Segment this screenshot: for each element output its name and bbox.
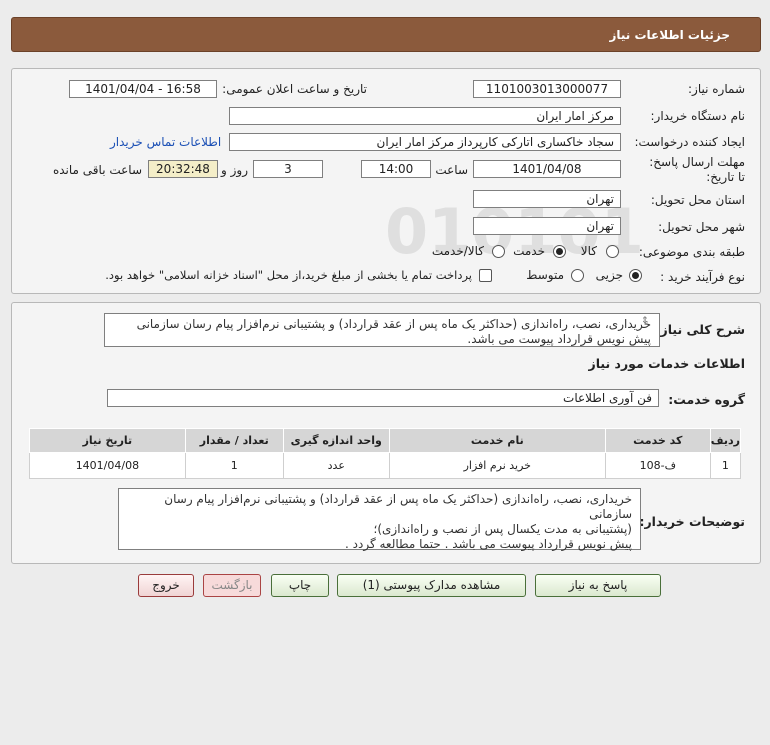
back-button[interactable]: بازگشت: [203, 574, 261, 597]
creator-label: ایجاد کننده درخواست:: [634, 135, 745, 149]
buyer-org-field: مرکز امار ایران: [229, 107, 621, 125]
deadline-label: مهلت ارسال پاسخ: تا تاریخ:: [649, 155, 745, 184]
summary-label: شرح کلی نیاز:: [655, 322, 745, 337]
buyer-notes-line: خریداری، نصب، راه‌اندازی (حداکثر یک ماه …: [164, 492, 632, 521]
buyer-notes-line: (پشتیبانی به مدت یکسال پس از نصب و راه‌ا…: [373, 522, 632, 536]
col-unit: واحد اندازه گیری: [282, 428, 390, 453]
process-option-minor: جزیی: [595, 268, 623, 282]
category-radio-goods-service[interactable]: [492, 245, 505, 258]
summary-textarea: خریداری، نصب، راه‌اندازی (حداکثر یک ماه …: [104, 313, 660, 347]
deadline-date-field: 1401/04/08: [473, 160, 621, 178]
days-remaining-field: 3: [253, 160, 323, 178]
summary-text: خریداری، نصب، راه‌اندازی (حداکثر یک ماه …: [136, 317, 651, 346]
col-qty: تعداد / مقدار: [184, 428, 284, 453]
category-option-goods: کالا: [580, 244, 597, 258]
process-radio-minor[interactable]: [629, 269, 642, 282]
reply-button[interactable]: پاسخ به نیاز: [535, 574, 661, 597]
col-name: نام خدمت: [388, 428, 606, 453]
province-field: تهران: [473, 190, 621, 208]
need-number-field: 1101003013000077: [473, 80, 621, 98]
category-radio-goods[interactable]: [606, 245, 619, 258]
city-label: شهر محل تحویل:: [658, 220, 745, 234]
cell-code: ف-108: [604, 452, 711, 479]
cell-name: خرید نرم افزار: [388, 452, 606, 479]
service-group-label: گروه خدمت:: [668, 392, 745, 407]
print-button[interactable]: چاپ: [271, 574, 329, 597]
deadline-time-label: ساعت: [435, 163, 468, 177]
col-row: ردیف: [709, 428, 742, 453]
treasury-payment-checkbox[interactable]: [479, 269, 492, 282]
buyer-notes-textarea: خریداری، نصب، راه‌اندازی (حداکثر یک ماه …: [118, 488, 641, 551]
page-header: جزئیات اطلاعات نیاز: [11, 17, 761, 52]
process-option-medium: متوسط: [526, 268, 564, 282]
days-label: روز و: [221, 163, 248, 177]
remaining-time-label: ساعت باقی مانده: [52, 163, 142, 177]
category-option-goods-service: کالا/خدمت: [431, 244, 484, 258]
services-section-title: اطلاعات خدمات مورد نیاز: [588, 356, 746, 371]
buyer-contact-link[interactable]: اطلاعات تماس خریدار: [110, 135, 221, 149]
exit-button[interactable]: خروج: [138, 574, 194, 597]
process-label: نوع فرآیند خرید :: [660, 270, 745, 284]
deadline-time-field: 14:00: [361, 160, 431, 178]
creator-field: سجاد خاکساری اتارکی کارپرداز مرکز امار ا…: [229, 133, 621, 151]
buyer-notes-line: پیش نویس قرارداد پیوست می باشد . حتما مط…: [345, 537, 632, 551]
col-code: کد خدمت: [604, 428, 711, 453]
page-title: جزئیات اطلاعات نیاز: [609, 28, 730, 42]
category-label: طبقه بندی موضوعی:: [638, 245, 745, 259]
announce-label: تاریخ و ساعت اعلان عمومی:: [222, 82, 367, 96]
services-table-header: ردیف کد خدمت نام خدمت واحد اندازه گیری ت…: [29, 428, 742, 453]
table-row: 1 ف-108 خرید نرم افزار عدد 1 1401/04/08: [29, 452, 742, 479]
need-number-label: شماره نیاز:: [688, 82, 745, 96]
province-label: استان محل تحویل:: [650, 193, 745, 207]
services-table: ردیف کد خدمت نام خدمت واحد اندازه گیری ت…: [29, 428, 742, 479]
cell-date: 1401/04/08: [29, 452, 186, 479]
attachments-button[interactable]: مشاهده مدارک پیوستی (1): [337, 574, 526, 597]
remaining-time-field: 20:32:48: [148, 160, 218, 178]
city-field: تهران: [473, 217, 621, 235]
announce-field: 1401/04/04 - 16:58: [69, 80, 217, 98]
col-date: تاریخ نیاز: [29, 428, 186, 453]
service-group-field: فن آوری اطلاعات: [107, 389, 659, 407]
buyer-notes-label: توضیحات خریدار:: [639, 514, 745, 529]
category-radio-service[interactable]: [553, 245, 566, 258]
cell-qty: 1: [184, 452, 284, 479]
buyer-org-label: نام دستگاه خریدار:: [650, 109, 746, 123]
resize-handle-icon: ⇕: [641, 316, 649, 326]
cell-unit: عدد: [282, 452, 390, 479]
process-radio-medium[interactable]: [571, 269, 584, 282]
category-option-service: خدمت: [513, 244, 545, 258]
cell-row: 1: [709, 452, 742, 479]
treasury-payment-note: پرداخت تمام یا بخشی از مبلغ خرید،از محل …: [105, 268, 472, 282]
